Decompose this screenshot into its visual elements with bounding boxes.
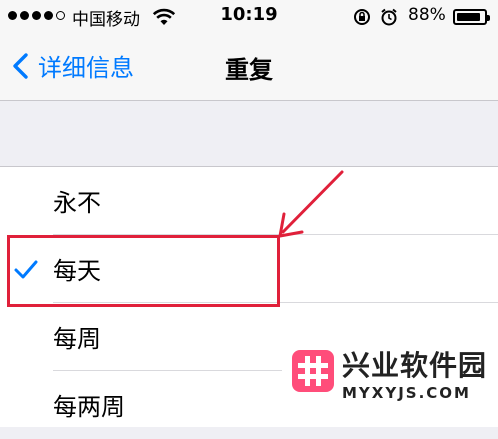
watermark-url: MYXYJS.COM — [342, 384, 471, 402]
watermark-name: 兴业软件园 — [342, 349, 488, 382]
option-label: 每两周 — [53, 393, 125, 421]
list-item-never[interactable]: 永不 — [0, 167, 498, 235]
option-label: 永不 — [53, 189, 101, 217]
alarm-icon — [381, 8, 397, 26]
top-bar: 中国移动 10:19 88% 详细信息 重复 — [0, 0, 498, 101]
watermark-logo-icon — [292, 350, 334, 392]
option-label: 每周 — [53, 325, 101, 353]
navigation-bar: 详细信息 重复 — [0, 44, 498, 88]
battery-fill — [457, 13, 480, 21]
annotation-highlight-box — [7, 235, 280, 307]
status-bar: 中国移动 10:19 88% — [0, 0, 498, 32]
battery-percentage: 88% — [408, 5, 446, 25]
rotation-lock-icon — [354, 9, 370, 25]
watermark: 兴业软件园 MYXYJS.COM — [282, 338, 498, 415]
battery-icon — [453, 9, 490, 25]
page-title: 重复 — [225, 56, 273, 84]
